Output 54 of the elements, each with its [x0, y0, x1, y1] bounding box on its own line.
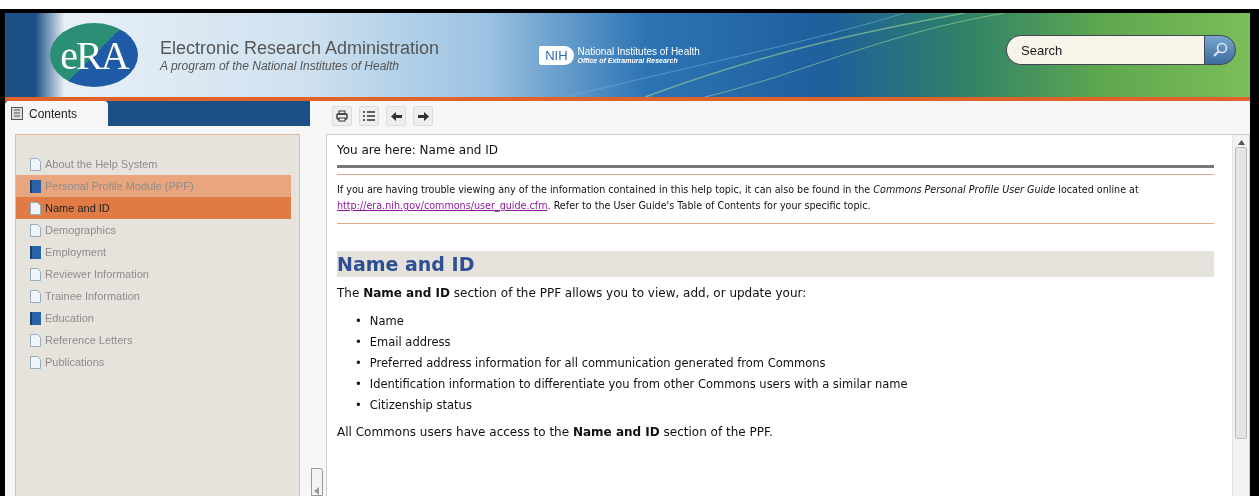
contents-tab[interactable]: Contents [5, 101, 108, 126]
page-icon [30, 289, 41, 303]
tree-item[interactable]: Education [16, 307, 291, 329]
collapse-handle[interactable] [311, 468, 323, 496]
scrollbar[interactable] [1232, 135, 1249, 496]
nih-logo: NIH [539, 45, 574, 65]
left-arrow-icon [314, 487, 320, 495]
tree-item[interactable]: Demographics [16, 219, 291, 241]
list-button[interactable] [359, 106, 379, 126]
nih-title: National Institutes of Health [577, 46, 700, 57]
bullet-marker: • [355, 335, 362, 350]
tree-item[interactable]: Publications [16, 351, 291, 373]
search-button[interactable] [1204, 35, 1236, 65]
page-icon [30, 333, 41, 347]
print-button[interactable] [332, 106, 352, 126]
bullet-marker: • [355, 398, 362, 413]
search-field[interactable]: Search [1006, 35, 1204, 65]
site-title: Electronic Research Administration [160, 37, 440, 59]
bullet-marker: • [355, 377, 362, 392]
bullet-item: Email address [369, 334, 451, 350]
bullet-marker: • [355, 314, 362, 329]
tree-item[interactable]: Employment [16, 241, 291, 263]
tree-item[interactable]: Reference Letters [16, 329, 291, 351]
section-heading: Name and ID [337, 250, 1214, 277]
tree-item[interactable]: Name and ID [16, 197, 291, 219]
back-button[interactable] [386, 106, 406, 126]
tree-item[interactable]: Personal Profile Module (PPF) [16, 175, 291, 197]
site-subtitle: A program of the National Institutes of Health [160, 58, 400, 73]
tree-item[interactable]: About the Help System [16, 153, 291, 175]
up-arrow-icon [1237, 140, 1245, 145]
intro-paragraph: The Name and ID section of the PPF allows you to view, add, or update your: [337, 285, 808, 300]
bullet-item: Name [369, 313, 404, 329]
bullet-item: Preferred address information for all communication generated from Commons [369, 355, 826, 371]
list-icon [363, 111, 375, 121]
print-icon [336, 110, 348, 122]
logo: eRA [50, 23, 138, 87]
bullet-item: Identification information to differentiate you from other Commons users with a similar name [369, 376, 908, 392]
page-icon [30, 223, 41, 237]
tree-item[interactable]: Reviewer Information [16, 263, 291, 285]
forward-button[interactable] [413, 106, 433, 126]
back-arrow-icon [390, 111, 402, 121]
page-icon [30, 157, 41, 171]
bullet-item: Citizenship status [369, 397, 472, 413]
page-icon [30, 201, 41, 215]
notice-paragraph: If you are having trouble viewing any of the information contained in this help topic, it can also be found in the Commons Personal Profile User Guide located online at http://era.nih.gov/commons/user_guide.cfm. Refer to the User Guide's Table of Contents for your specific topic. [337, 174, 1214, 224]
page-icon [30, 355, 41, 369]
page-icon [30, 267, 41, 281]
forward-arrow-icon [417, 111, 429, 121]
breadcrumb: You are here: Name and ID [337, 143, 1214, 168]
access-paragraph: All Commons users have access to the Name and ID section of the PPF. [337, 424, 774, 439]
user-guide-link[interactable]: http://era.nih.gov/commons/user_guide.cfm [337, 200, 548, 212]
bullet-marker: • [355, 356, 362, 371]
search-icon [1212, 42, 1228, 58]
tree-item[interactable]: Trainee Information [16, 285, 291, 307]
